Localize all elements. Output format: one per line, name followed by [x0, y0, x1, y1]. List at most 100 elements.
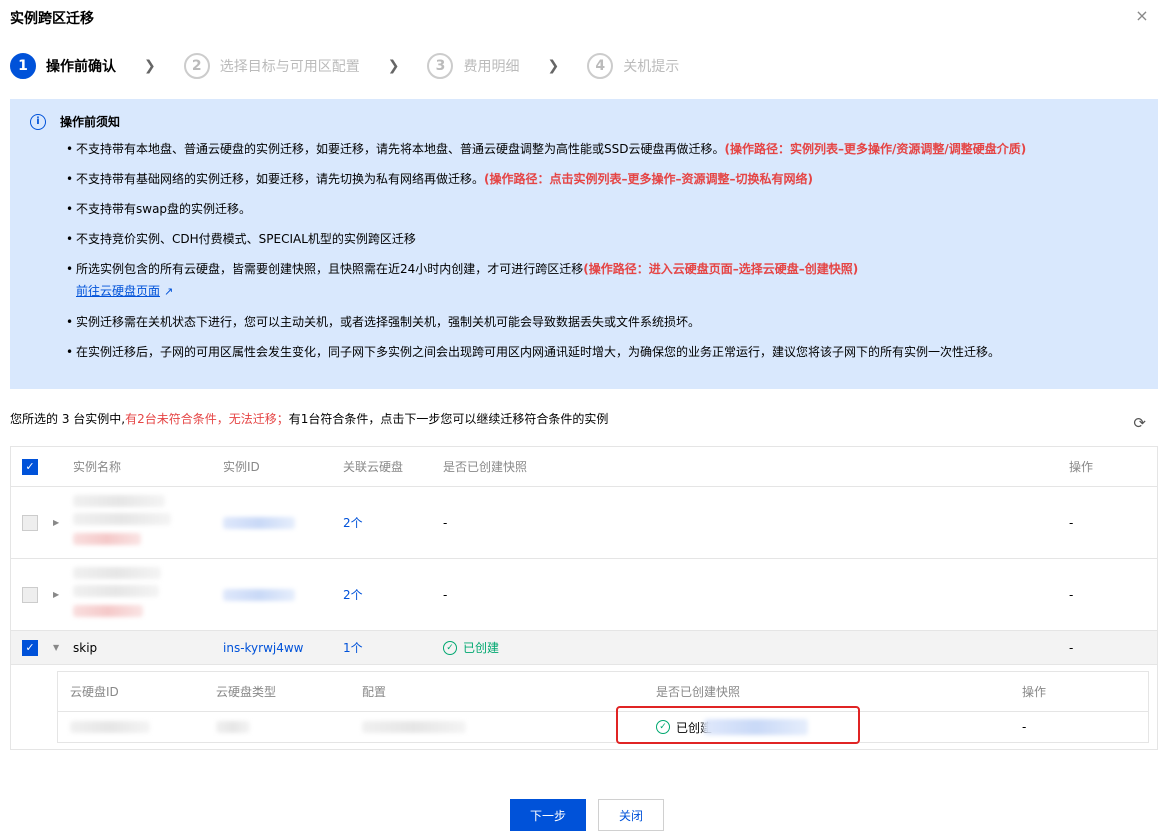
step-1-number: 1 — [10, 53, 36, 79]
step-1: 1 操作前确认 — [10, 53, 116, 79]
cloud-disk-page-link[interactable]: 前往云硬盘页面 — [76, 282, 160, 300]
row-checkbox[interactable] — [22, 586, 38, 603]
notice-text: 不支持带有本地盘、普通云硬盘的实例迁移，如要迁移，请先将本地盘、普通云硬盘调整为… — [76, 142, 725, 156]
row-op: - — [1069, 640, 1074, 655]
notice-item: 在实例迁移后，子网的可用区属性会发生变化，同子网下多实例之间会出现跨可用区内网通… — [66, 343, 1138, 361]
sub-header-op: 操作 — [1022, 685, 1047, 699]
step-4-label: 关机提示 — [623, 59, 680, 75]
notice-text: 不支持带有swap盘的实例迁移。 — [76, 202, 252, 216]
redacted-name — [73, 567, 161, 579]
notice-item: 所选实例包含的所有云硬盘，皆需要创建快照，且快照需在近24小时内创建，才可进行跨… — [66, 260, 1138, 301]
refresh-icon[interactable]: ⟳ — [1133, 414, 1146, 432]
subtable-row: ✓ 已创建 - — [58, 712, 1148, 742]
notice-path: (操作路径：实例列表–更多操作/资源调整/调整硬盘介质) — [724, 142, 1027, 156]
disk-count-link[interactable]: 2个 — [343, 586, 363, 603]
step-3-number: 3 — [427, 53, 454, 79]
notice-panel: i 操作前须知 不支持带有本地盘、普通云硬盘的实例迁移，如要迁移，请先将本地盘、… — [10, 99, 1158, 389]
step-2-number: 2 — [183, 53, 210, 79]
next-step-button[interactable]: 下一步 — [510, 799, 586, 831]
sub-header-id: 云硬盘ID — [70, 685, 119, 699]
external-link-icon[interactable]: ↗ — [164, 285, 173, 298]
sub-header-config: 配置 — [362, 685, 387, 699]
redacted-status — [73, 605, 143, 617]
notice-text: 不支持竞价实例、CDH付费模式、SPECIAL机型的实例跨区迁移 — [76, 232, 416, 246]
instance-id-link[interactable]: ins-kyrwj4ww — [223, 641, 304, 655]
notice-title: 操作前须知 — [60, 115, 121, 129]
step-2-label: 选择目标与可用区配置 — [219, 59, 360, 75]
snapshot-status-text: 已创建 — [463, 641, 500, 655]
step-4-number: 4 — [587, 53, 614, 79]
redacted-name — [73, 495, 165, 507]
redacted-name — [73, 513, 171, 525]
notice-list: 不支持带有本地盘、普通云硬盘的实例迁移，如要迁移，请先将本地盘、普通云硬盘调整为… — [66, 140, 1138, 361]
sub-header-type: 云硬盘类型 — [216, 685, 277, 699]
subtable-header: 云硬盘ID 云硬盘类型 配置 是否已创建快照 操作 — [58, 672, 1148, 712]
dialog-title: 实例跨区迁移 — [10, 11, 94, 27]
instance-table: ✓ 实例名称 实例ID 关联云硬盘 是否已创建快照 操作 ▶ 2个 - - ▶ … — [10, 446, 1158, 750]
select-all-checkbox[interactable]: ✓ — [22, 458, 38, 475]
expand-caret-icon[interactable]: ▶ — [53, 590, 59, 599]
step-3: 3 费用明细 — [427, 53, 519, 79]
collapse-caret-icon[interactable]: ▼ — [53, 643, 59, 652]
sub-row-op: - — [1022, 720, 1027, 734]
expand-caret-icon[interactable]: ▶ — [53, 518, 59, 527]
row-op: - — [1069, 587, 1074, 602]
summary-suffix: 有1台符合条件，点击下一步您可以继续迁移符合条件的实例 — [288, 412, 609, 426]
summary-prefix: 您所选的 3 台实例中, — [10, 412, 126, 426]
disk-count-link[interactable]: 1个 — [343, 639, 363, 656]
summary-warning: 有2台未符合条件，无法迁移； — [125, 412, 289, 426]
selection-summary: 您所选的 3 台实例中,有2台未符合条件，无法迁移；有1台符合条件，点击下一步您… — [10, 410, 608, 427]
redacted-id — [223, 589, 295, 601]
disk-count-link[interactable]: 2个 — [343, 514, 363, 531]
redacted-disk-type — [216, 721, 250, 733]
notice-text: 不支持带有基础网络的实例迁移，如要迁移，请先切换为私有网络再做迁移。 — [76, 172, 485, 186]
redacted-status — [73, 533, 141, 545]
redacted-name — [73, 585, 159, 597]
notice-text: 实例迁移需在关机状态下进行，您可以主动关机，或者选择强制关机，强制关机可能会导致… — [76, 315, 701, 329]
table-header: ✓ 实例名称 实例ID 关联云硬盘 是否已创建快照 操作 — [11, 447, 1157, 487]
step-4: 4 关机提示 — [587, 53, 679, 79]
notice-text: 所选实例包含的所有云硬盘，皆需要创建快照，且快照需在近24小时内创建，才可进行跨… — [76, 262, 584, 276]
close-button[interactable]: 关闭 — [598, 799, 664, 831]
notice-item: 不支持竞价实例、CDH付费模式、SPECIAL机型的实例跨区迁移 — [66, 230, 1138, 248]
redacted-disk-id — [70, 721, 150, 733]
redacted-id — [223, 517, 295, 529]
header-snapshot: 是否已创建快照 — [443, 460, 528, 474]
instance-name: skip — [73, 640, 98, 655]
highlight-box — [616, 706, 860, 744]
chevron-right-icon: ❯ — [387, 58, 400, 74]
snapshot-status: ✓ 已创建 — [443, 639, 499, 656]
snapshot-status: - — [443, 587, 448, 602]
sub-header-snapshot: 是否已创建快照 — [656, 685, 741, 699]
stepper: 1 操作前确认 ❯ 2 选择目标与可用区配置 ❯ 3 费用明细 ❯ 4 关机提示 — [10, 52, 679, 80]
header-disk: 关联云硬盘 — [343, 460, 404, 474]
row-op: - — [1069, 515, 1074, 530]
step-1-label: 操作前确认 — [46, 59, 116, 75]
chevron-right-icon: ❯ — [547, 58, 560, 74]
redacted-config — [362, 721, 466, 733]
table-row: ▶ 2个 - - — [11, 559, 1157, 631]
notice-path: (操作路径：进入云硬盘页面–选择云硬盘–创建快照) — [583, 262, 859, 276]
notice-text: 在实例迁移后，子网的可用区属性会发生变化，同子网下多实例之间会出现跨可用区内网通… — [76, 345, 1001, 359]
table-row: ✓ ▼ skip ins-kyrwj4ww 1个 ✓ 已创建 - — [11, 631, 1157, 665]
notice-item: 不支持带有基础网络的实例迁移，如要迁移，请先切换为私有网络再做迁移。(操作路径：… — [66, 170, 1138, 188]
header-name: 实例名称 — [73, 460, 122, 474]
header-op: 操作 — [1069, 460, 1094, 474]
migration-dialog: 实例跨区迁移 × 1 操作前确认 ❯ 2 选择目标与可用区配置 ❯ 3 费用明细… — [0, 0, 1158, 834]
header-id: 实例ID — [223, 460, 260, 474]
row-checkbox[interactable]: ✓ — [22, 639, 38, 656]
chevron-right-icon: ❯ — [144, 58, 156, 74]
notice-item: 不支持带有本地盘、普通云硬盘的实例迁移，如要迁移，请先将本地盘、普通云硬盘调整为… — [66, 140, 1138, 158]
row-checkbox[interactable] — [22, 514, 38, 531]
notice-header: i 操作前须知 — [30, 113, 1138, 130]
check-circle-icon: ✓ — [443, 640, 457, 655]
close-icon[interactable]: × — [1134, 8, 1150, 24]
disk-subtable: 云硬盘ID 云硬盘类型 配置 是否已创建快照 操作 ✓ 已创建 - — [57, 671, 1149, 743]
notice-path: (操作路径：点击实例列表–更多操作–资源调整–切换私有网络) — [484, 172, 813, 186]
notice-item: 不支持带有swap盘的实例迁移。 — [66, 200, 1138, 218]
table-row: ▶ 2个 - - — [11, 487, 1157, 559]
step-3-label: 费用明细 — [463, 59, 520, 75]
info-icon: i — [30, 113, 46, 130]
step-2: 2 选择目标与可用区配置 — [183, 53, 360, 79]
notice-item: 实例迁移需在关机状态下进行，您可以主动关机，或者选择强制关机，强制关机可能会导致… — [66, 313, 1138, 331]
